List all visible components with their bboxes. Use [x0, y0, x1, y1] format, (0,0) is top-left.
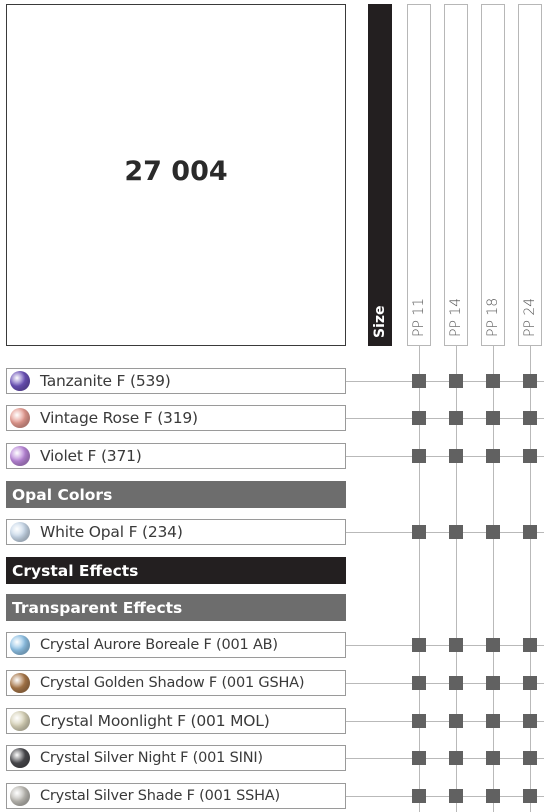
availability-marker	[523, 525, 537, 539]
size-column-label: PP 11	[411, 297, 427, 337]
color-name: Crystal Moonlight F (001 MOL)	[40, 712, 270, 730]
row-connector-line	[346, 418, 544, 419]
availability-marker	[449, 676, 463, 690]
availability-marker	[486, 525, 500, 539]
color-swatch-icon	[10, 408, 30, 428]
availability-marker	[412, 676, 426, 690]
color-swatch-icon	[10, 446, 30, 466]
row-connector-line	[346, 456, 544, 457]
color-name: Crystal Silver Shade F (001 SSHA)	[40, 788, 280, 804]
color-swatch-icon	[10, 371, 30, 391]
availability-marker	[523, 638, 537, 652]
availability-marker	[486, 374, 500, 388]
availability-marker	[523, 374, 537, 388]
availability-marker	[523, 751, 537, 765]
availability-marker	[486, 751, 500, 765]
color-row: Tanzanite F (539)	[6, 368, 346, 394]
color-name: Crystal Golden Shadow F (001 GSHA)	[40, 675, 305, 691]
color-swatch-icon	[10, 522, 30, 542]
row-connector-line	[346, 683, 544, 684]
color-swatch-icon	[10, 673, 30, 693]
color-name: Crystal Silver Night F (001 SINI)	[40, 750, 263, 766]
availability-marker	[412, 449, 426, 463]
color-swatch-icon	[10, 635, 30, 655]
color-name: Vintage Rose F (319)	[40, 409, 198, 427]
availability-marker	[523, 449, 537, 463]
row-connector-line	[346, 721, 544, 722]
availability-marker	[449, 525, 463, 539]
availability-marker	[449, 449, 463, 463]
availability-marker	[523, 411, 537, 425]
availability-marker	[449, 751, 463, 765]
color-swatch-icon	[10, 748, 30, 768]
size-column-pp11: PP 11	[407, 4, 431, 346]
availability-marker	[412, 789, 426, 803]
color-row: Crystal Moonlight F (001 MOL)	[6, 708, 346, 734]
availability-marker	[486, 714, 500, 728]
availability-marker	[449, 638, 463, 652]
availability-marker	[449, 374, 463, 388]
color-swatch-icon	[10, 786, 30, 806]
availability-marker	[412, 714, 426, 728]
size-column-label: PP 14	[448, 297, 464, 337]
availability-marker	[449, 714, 463, 728]
color-name: Tanzanite F (539)	[40, 372, 171, 390]
availability-marker	[486, 638, 500, 652]
availability-marker	[486, 449, 500, 463]
color-row: White Opal F (234)	[6, 519, 346, 545]
availability-marker	[412, 751, 426, 765]
row-connector-line	[346, 381, 544, 382]
availability-marker	[486, 411, 500, 425]
category-header: Opal Colors	[6, 481, 346, 508]
availability-marker	[449, 789, 463, 803]
size-column-pp18: PP 18	[481, 4, 505, 346]
size-header: Size	[368, 4, 392, 346]
color-name: Crystal Aurore Boreale F (001 AB)	[40, 637, 278, 653]
color-row: Violet F (371)	[6, 443, 346, 469]
row-connector-line	[346, 645, 544, 646]
color-row: Crystal Silver Night F (001 SINI)	[6, 745, 346, 771]
color-swatch-icon	[10, 711, 30, 731]
category-header: Crystal Effects	[6, 557, 346, 584]
row-connector-line	[346, 532, 544, 533]
product-code: 27 004	[124, 155, 228, 187]
size-header-label: Size	[372, 305, 388, 338]
category-header: Transparent Effects	[6, 594, 346, 621]
row-connector-line	[346, 758, 544, 759]
size-column-label: PP 24	[522, 297, 538, 337]
color-row: Crystal Silver Shade F (001 SSHA)	[6, 783, 346, 809]
color-row: Vintage Rose F (319)	[6, 405, 346, 431]
availability-marker	[486, 789, 500, 803]
color-row: Crystal Golden Shadow F (001 GSHA)	[6, 670, 346, 696]
availability-marker	[412, 525, 426, 539]
availability-marker	[486, 676, 500, 690]
color-name: Violet F (371)	[40, 447, 142, 465]
row-connector-line	[346, 796, 544, 797]
size-column-label: PP 18	[485, 297, 501, 337]
availability-marker	[523, 789, 537, 803]
availability-marker	[412, 638, 426, 652]
availability-marker	[523, 714, 537, 728]
availability-marker	[412, 374, 426, 388]
availability-marker	[449, 411, 463, 425]
color-row: Crystal Aurore Boreale F (001 AB)	[6, 632, 346, 658]
size-column-pp24: PP 24	[518, 4, 542, 346]
color-name: White Opal F (234)	[40, 523, 183, 541]
availability-marker	[523, 676, 537, 690]
size-column-pp14: PP 14	[444, 4, 468, 346]
product-image-box: 27 004	[6, 4, 346, 346]
availability-marker	[412, 411, 426, 425]
